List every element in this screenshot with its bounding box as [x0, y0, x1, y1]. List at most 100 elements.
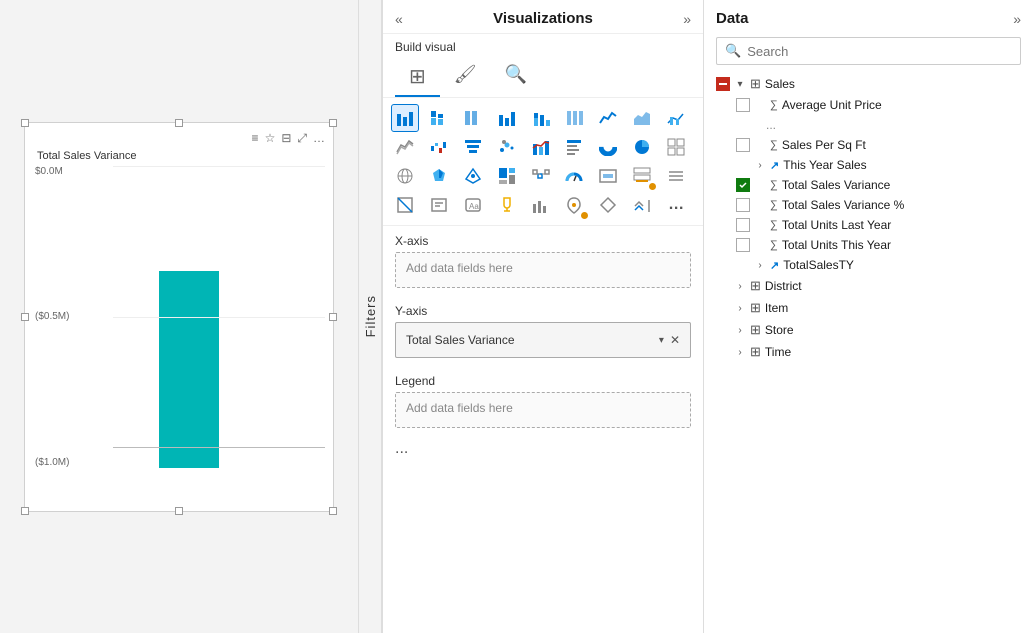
viz-stacked-col[interactable]	[527, 104, 555, 132]
resize-ml[interactable]	[21, 313, 29, 321]
sales-expand-icon[interactable]: ▾	[734, 79, 746, 90]
viz-gauge[interactable]	[560, 162, 588, 190]
viz-more-options[interactable]: …	[662, 191, 690, 219]
avg-unit-price-label: Average Unit Price	[782, 98, 882, 112]
viz-collapse-left[interactable]: «	[395, 11, 403, 27]
viz-ribbon[interactable]	[391, 133, 419, 161]
resize-tr[interactable]	[329, 119, 337, 127]
tree-item-total-sales-ty[interactable]: › ↗ TotalSalesTY	[728, 255, 1029, 275]
viz-line-clustered[interactable]	[662, 104, 690, 132]
viz-diamond[interactable]	[594, 191, 622, 219]
viz-map[interactable]	[391, 162, 419, 190]
viz-expand-right[interactable]: »	[683, 11, 691, 27]
viz-pie[interactable]	[628, 133, 656, 161]
viz-area[interactable]	[628, 104, 656, 132]
viz-matrix[interactable]	[662, 133, 690, 161]
time-checkbox[interactable]	[716, 345, 730, 359]
resize-mr[interactable]	[329, 313, 337, 321]
viz-card[interactable]	[594, 162, 622, 190]
tree-item-district[interactable]: › ⊞ District	[708, 275, 1029, 297]
time-table-icon: ⊞	[750, 344, 761, 360]
filters-strip[interactable]: Filters	[358, 0, 382, 633]
viz-azure-map[interactable]	[459, 162, 487, 190]
viz-kpi[interactable]	[527, 133, 555, 161]
viz-custom-map[interactable]	[560, 191, 588, 219]
total-units-this-year-checkbox[interactable]	[736, 238, 750, 252]
this-year-sales-expand[interactable]: ›	[754, 160, 766, 171]
tab-fields[interactable]: ⊞	[395, 58, 440, 97]
tree-item-total-sales-variance[interactable]: ∑ Total Sales Variance	[728, 175, 1029, 195]
tree-item-total-sales-variance-pct[interactable]: ∑ Total Sales Variance %	[728, 195, 1029, 215]
total-sales-ty-checkbox[interactable]	[736, 258, 750, 272]
item-checkbox[interactable]	[716, 301, 730, 315]
viz-decomposition-tree[interactable]	[527, 162, 555, 190]
tree-item-total-units-last-year[interactable]: ∑ Total Units Last Year	[728, 215, 1029, 235]
resize-bl[interactable]	[21, 507, 29, 515]
filter-icon[interactable]: ⊟	[281, 131, 291, 146]
tree-item-store[interactable]: › ⊞ Store	[708, 319, 1029, 341]
tree-item-sales[interactable]: ▾ ⊞ Sales	[708, 73, 1029, 95]
district-checkbox[interactable]	[716, 279, 730, 293]
x-axis-drop-zone[interactable]: Add data fields here	[395, 252, 691, 288]
viz-smart-narrative[interactable]: Aa	[459, 191, 487, 219]
viz-100pct-bar[interactable]	[459, 104, 487, 132]
time-expand[interactable]: ›	[734, 347, 746, 358]
resize-tm[interactable]	[175, 119, 183, 127]
viz-filled-map[interactable]	[425, 162, 453, 190]
tree-item-total-units-this-year[interactable]: ∑ Total Units This Year	[728, 235, 1029, 255]
viz-scatter[interactable]	[493, 133, 521, 161]
sales-per-sq-ft-checkbox[interactable]	[736, 138, 750, 152]
viz-shape[interactable]	[391, 191, 419, 219]
viz-slicer[interactable]	[662, 162, 690, 190]
tab-analytics[interactable]: 🔍	[491, 58, 541, 97]
tree-item-time[interactable]: › ⊞ Time	[708, 341, 1029, 363]
district-expand[interactable]: ›	[734, 281, 746, 292]
y-axis-remove[interactable]: ✕	[670, 333, 680, 347]
legend-drop-zone[interactable]: Add data fields here	[395, 392, 691, 428]
sales-checkbox[interactable]	[716, 77, 730, 91]
item-expand[interactable]: ›	[734, 303, 746, 314]
viz-text-box[interactable]	[425, 191, 453, 219]
viz-treemap[interactable]	[493, 162, 521, 190]
viz-waterfall[interactable]	[425, 133, 453, 161]
resize-tl[interactable]	[21, 119, 29, 127]
total-sales-variance-pct-checkbox[interactable]	[736, 198, 750, 212]
resize-bm[interactable]	[175, 507, 183, 515]
total-units-last-year-checkbox[interactable]	[736, 218, 750, 232]
tree-item-sales-per-sq-ft[interactable]: ∑ Sales Per Sq Ft	[728, 135, 1029, 155]
viz-table-filter[interactable]	[560, 133, 588, 161]
viz-donut[interactable]	[594, 133, 622, 161]
district-table-icon: ⊞	[750, 278, 761, 294]
viz-clustered-col[interactable]	[493, 104, 521, 132]
tab-format[interactable]: 🖌	[440, 58, 491, 97]
pin-icon[interactable]: ☆	[265, 131, 276, 146]
expand-icon[interactable]: ⤢	[297, 131, 307, 146]
tree-item-avg-unit-price[interactable]: ∑ Average Unit Price	[728, 95, 1029, 115]
search-input[interactable]	[747, 44, 1012, 59]
viz-trophy[interactable]	[493, 191, 521, 219]
avg-unit-price-checkbox[interactable]	[736, 98, 750, 112]
y-axis-chevron[interactable]: ▾	[659, 335, 664, 346]
store-expand[interactable]: ›	[734, 325, 746, 336]
viz-arrows[interactable]	[628, 191, 656, 219]
menu-icon[interactable]: ≡	[252, 131, 259, 146]
data-panel-expand[interactable]: »	[1013, 11, 1021, 27]
more-sections-dots[interactable]: ...	[383, 436, 703, 462]
viz-line[interactable]	[594, 104, 622, 132]
viz-100pct-col[interactable]	[560, 104, 588, 132]
total-sales-ty-expand[interactable]: ›	[754, 260, 766, 271]
viz-funnel[interactable]	[459, 133, 487, 161]
resize-br[interactable]	[329, 507, 337, 515]
y-axis-field[interactable]: Total Sales Variance ▾ ✕	[395, 322, 691, 358]
chart-title: Total Sales Variance	[33, 150, 325, 162]
more-icon[interactable]: …	[313, 131, 325, 146]
viz-clustered-bar[interactable]	[391, 104, 419, 132]
viz-multi-row-card[interactable]	[628, 162, 656, 190]
this-year-sales-checkbox[interactable]	[736, 158, 750, 172]
total-sales-variance-checkbox[interactable]	[736, 178, 750, 192]
viz-column-chart-sm[interactable]	[527, 191, 555, 219]
store-checkbox[interactable]	[716, 323, 730, 337]
tree-item-item[interactable]: › ⊞ Item	[708, 297, 1029, 319]
viz-stacked-bar[interactable]	[425, 104, 453, 132]
tree-item-this-year-sales[interactable]: › ↗ This Year Sales	[728, 155, 1029, 175]
